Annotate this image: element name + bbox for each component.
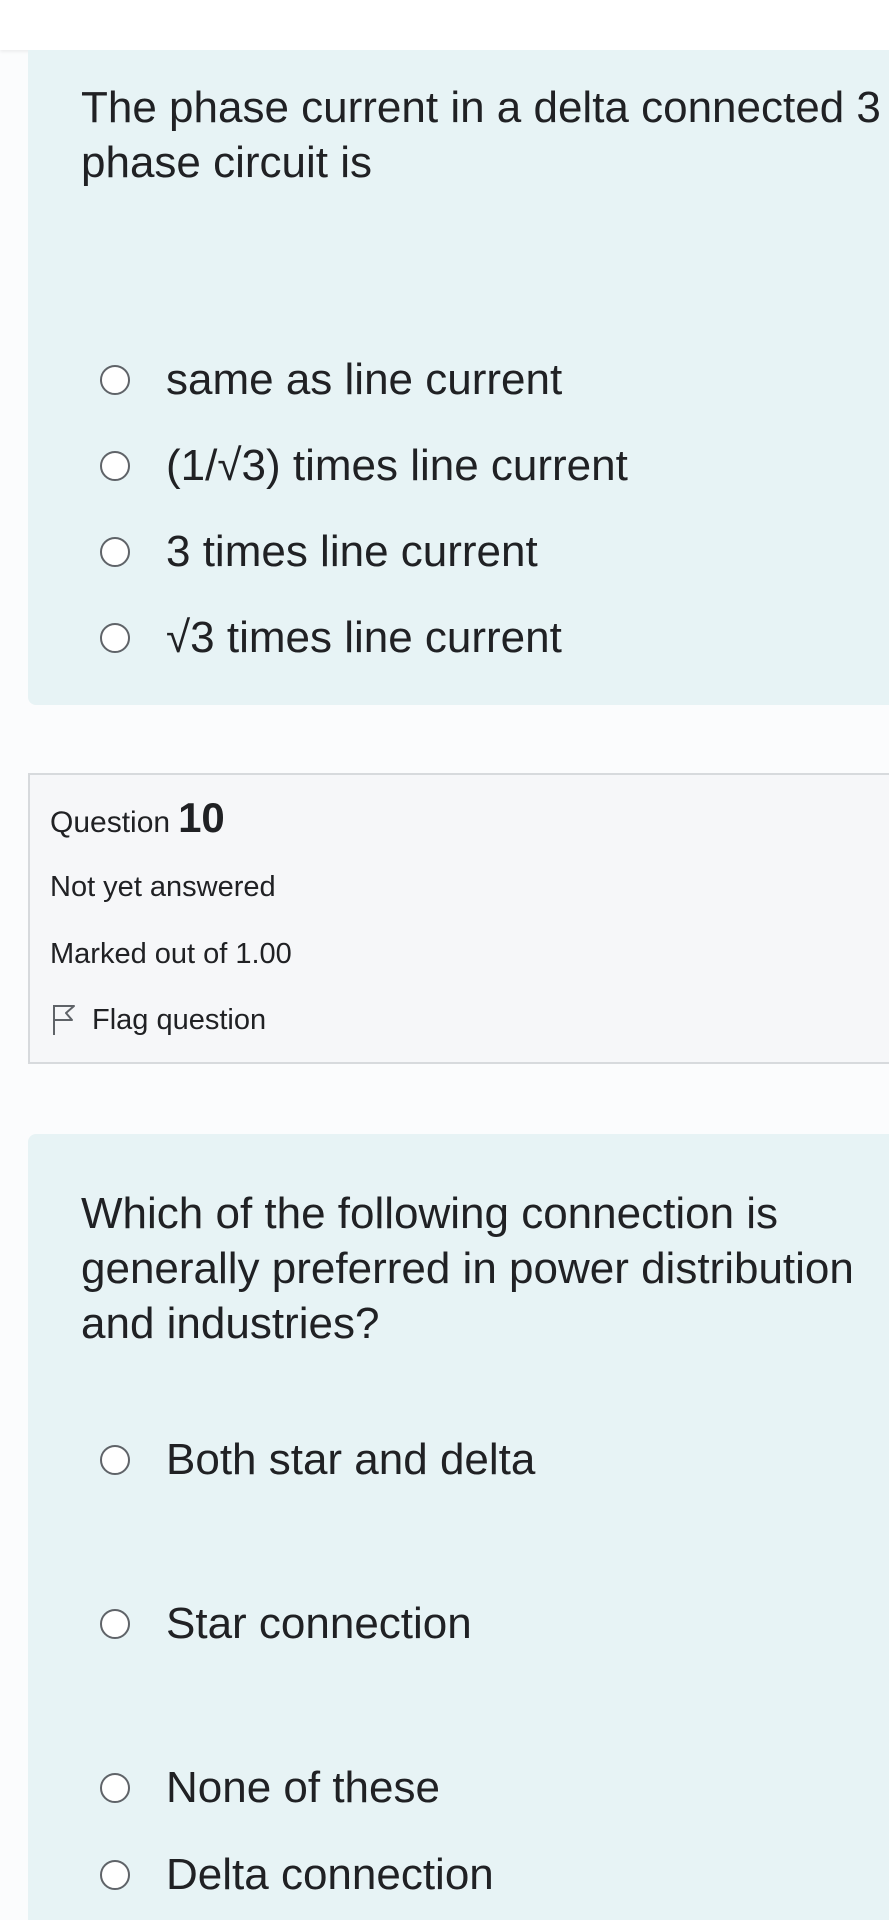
radio-button[interactable] [100,1609,130,1639]
option-label: Delta connection [166,1850,494,1899]
option-root3-times[interactable]: √3 times line current [100,613,562,663]
option-three-times[interactable]: 3 times line current [100,527,538,577]
question-state: Not yet answered [50,871,276,903]
option-delta-connection[interactable]: Delta connection [100,1850,494,1900]
option-star-connection[interactable]: Star connection [100,1599,472,1649]
question-heading: Question 10 [50,793,225,848]
option-label: Star connection [166,1599,472,1648]
flag-question-link[interactable]: Flag question [50,1000,266,1040]
radio-button[interactable] [100,1773,130,1803]
question-9-content: The phase current in a delta connected 3… [28,50,889,705]
option-label: 3 times line current [166,527,538,576]
option-both-star-and-delta[interactable]: Both star and delta [100,1435,535,1485]
option-label: None of these [166,1763,440,1812]
question-text: Which of the following connection is gen… [81,1189,854,1348]
radio-button[interactable] [100,451,130,481]
question-text: The phase current in a delta connected 3… [81,83,881,187]
radio-button[interactable] [100,1445,130,1475]
question-10-content: Which of the following connection is gen… [28,1134,889,1920]
option-none-of-these[interactable]: None of these [100,1763,440,1813]
radio-button[interactable] [100,537,130,567]
question-number: 10 [178,794,225,841]
option-same-as-line-current[interactable]: same as line current [100,355,562,405]
option-one-over-root3[interactable]: (1/√3) times line current [100,441,628,491]
question-heading-prefix: Question [50,806,171,839]
option-label: √3 times line current [166,613,562,662]
option-label: same as line current [166,355,563,404]
radio-button[interactable] [100,1860,130,1890]
question-grade: Marked out of 1.00 [50,938,292,970]
radio-button[interactable] [100,623,130,653]
radio-button[interactable] [100,365,130,395]
option-label: Both star and delta [166,1435,536,1484]
flag-question-label: Flag question [92,1004,267,1036]
question-info-box: Question 10 Not yet answered Marked out o… [28,773,889,1064]
option-label: (1/√3) times line current [166,441,628,490]
top-bar [0,0,889,50]
flag-outline-icon [53,1005,75,1035]
